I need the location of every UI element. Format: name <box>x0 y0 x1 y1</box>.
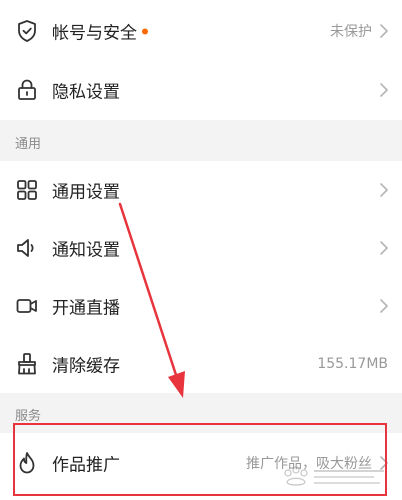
speaker-icon <box>14 235 40 261</box>
services-section-title: 服务 <box>15 409 42 424</box>
lock-icon <box>14 77 40 103</box>
broom-icon <box>14 351 40 377</box>
promotion-label: 作品推广 <box>52 455 120 476</box>
chevron-right-icon <box>379 23 389 39</box>
chevron-right-icon <box>379 298 389 314</box>
grid-icon <box>14 177 40 203</box>
account-security-status: 未保护 <box>330 24 372 40</box>
clear-cache-row[interactable]: 清除缓存 155.17MB <box>0 335 402 393</box>
privacy-settings-row[interactable]: 隐私设置 <box>0 61 402 119</box>
live-stream-label: 开通直播 <box>52 298 120 319</box>
general-section-title: 通用 <box>15 137 42 152</box>
services-section-header: 服务 <box>0 393 402 433</box>
notification-settings-label: 通知设置 <box>52 240 120 261</box>
general-section-header: 通用 <box>0 120 402 161</box>
cache-size-value: 155.17MB <box>317 356 388 372</box>
general-settings-label: 通用设置 <box>52 182 120 203</box>
flame-icon <box>14 450 40 476</box>
chevron-right-icon <box>379 455 389 471</box>
general-settings-row[interactable]: 通用设置 <box>0 161 402 219</box>
clear-cache-label: 清除缓存 <box>52 356 120 377</box>
chevron-right-icon <box>379 82 389 98</box>
account-security-row[interactable]: 帐号与安全 未保护 <box>0 2 402 60</box>
live-stream-row[interactable]: 开通直播 <box>0 277 402 335</box>
chevron-right-icon <box>379 182 389 198</box>
promotion-hint: 推广作品，吸大粉丝 <box>246 456 372 472</box>
chevron-right-icon <box>379 240 389 256</box>
promotion-row[interactable]: 作品推广 推广作品，吸大粉丝 <box>0 433 402 493</box>
video-camera-icon <box>14 293 40 319</box>
shield-check-icon <box>14 18 40 44</box>
notification-dot <box>142 28 148 35</box>
account-security-label: 帐号与安全 <box>52 19 148 44</box>
notification-settings-row[interactable]: 通知设置 <box>0 219 402 277</box>
privacy-settings-label: 隐私设置 <box>52 82 120 103</box>
